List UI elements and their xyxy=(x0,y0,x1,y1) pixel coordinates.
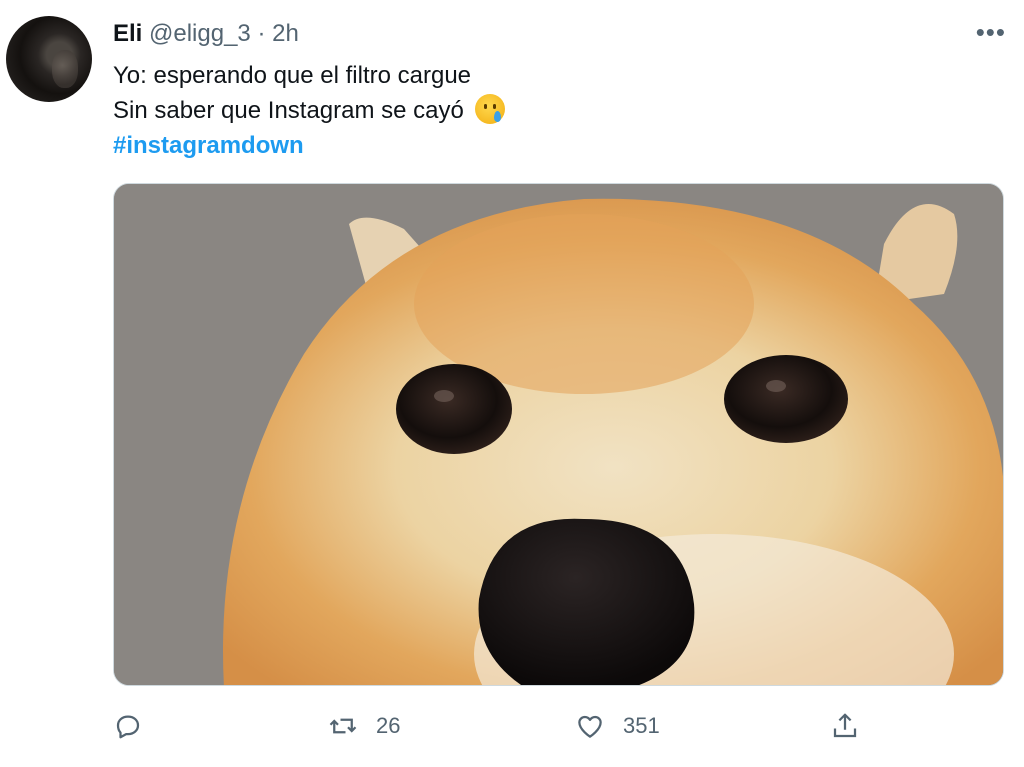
author-handle[interactable]: @eligg_3 xyxy=(149,20,251,47)
tweet-image[interactable] xyxy=(113,183,1004,686)
more-options-icon[interactable]: ••• xyxy=(976,19,1006,45)
tweet-line-2: Sin saber que Instagram se cayó xyxy=(113,93,505,128)
tweet-actions: 26 351 xyxy=(113,706,873,746)
tweet-text: Yo: esperando que el filtro cargue Sin s… xyxy=(113,58,505,163)
hashtag-link[interactable]: #instagramdown xyxy=(113,132,304,159)
tweet: Eli @eligg_3 · 2h ••• Yo: esperando que … xyxy=(0,0,1024,767)
separator: · xyxy=(257,20,266,47)
retweet-button[interactable]: 26 xyxy=(328,706,400,746)
tweet-line-1: Yo: esperando que el filtro cargue xyxy=(113,62,472,89)
retweet-icon xyxy=(329,718,357,734)
avatar[interactable] xyxy=(6,16,92,102)
timestamp[interactable]: 2h xyxy=(272,20,299,47)
tweet-header: Eli @eligg_3 · 2h xyxy=(113,18,299,50)
author-name[interactable]: Eli xyxy=(113,20,142,47)
reply-icon xyxy=(116,715,140,739)
like-count: 351 xyxy=(623,713,660,738)
smiling-face-with-tear-icon xyxy=(474,94,505,124)
like-button[interactable]: 351 xyxy=(575,706,660,746)
reply-button[interactable] xyxy=(113,706,143,746)
tweet-line-2-text: Sin saber que Instagram se cayó xyxy=(113,97,464,124)
dog-photo xyxy=(114,184,1003,685)
retweet-count: 26 xyxy=(376,713,401,738)
heart-icon xyxy=(578,715,602,738)
share-icon xyxy=(833,713,857,738)
share-button[interactable] xyxy=(830,706,860,746)
